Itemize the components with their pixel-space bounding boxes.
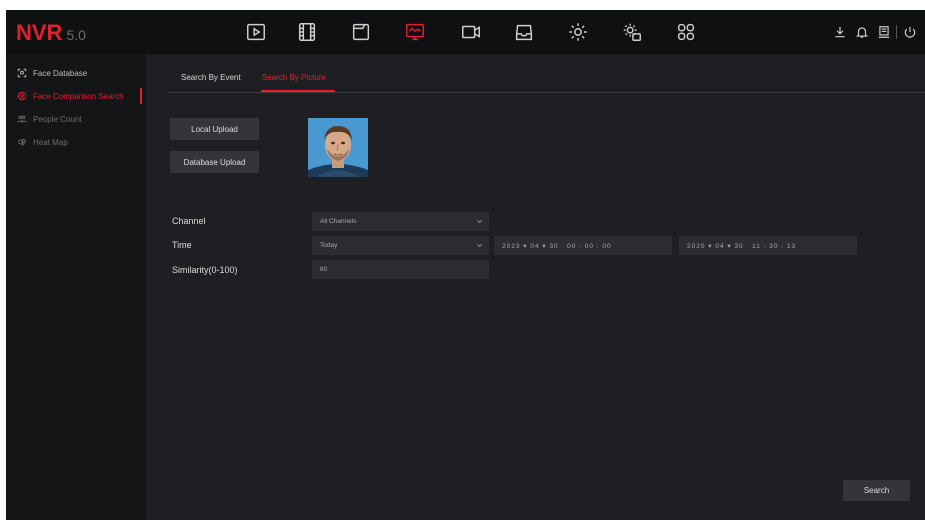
tab-search-by-picture[interactable]: Search By Picture <box>262 73 326 82</box>
channel-select[interactable]: All Channels <box>312 212 489 231</box>
face-preview-image <box>308 118 368 177</box>
sidebar: Face Database Face Comparison Search Peo… <box>6 54 146 520</box>
time-label: Time <box>172 240 192 250</box>
local-upload-button[interactable]: Local Upload <box>170 118 259 140</box>
logo-text: NVR <box>16 20 63 45</box>
sidebar-item-label: Face Comparison Search <box>33 91 124 101</box>
similarity-value: 80 <box>320 266 328 273</box>
top-right-tools <box>831 22 921 42</box>
sidebar-item-heat-map[interactable]: Heat Map <box>6 131 146 153</box>
channel-label: Channel <box>172 216 206 226</box>
time-select[interactable]: Today <box>312 236 489 255</box>
logo: NVR 5.0 <box>16 20 86 46</box>
similarity-label: Similarity(0-100) <box>172 265 238 275</box>
sidebar-item-label: Face Database <box>33 68 88 78</box>
chevron-down-icon <box>477 220 482 224</box>
top-bar: NVR 5.0 <box>6 10 925 54</box>
folder-icon[interactable] <box>349 20 373 44</box>
divider <box>896 25 897 39</box>
film-icon[interactable] <box>295 20 319 44</box>
display-icon[interactable] <box>875 22 893 42</box>
sidebar-item-label: People Count <box>33 114 82 124</box>
start-datetime-value: 2023 ▾ 04 ▾ 30 00 : 00 : 00 <box>502 242 612 250</box>
end-datetime-field[interactable]: 2020 ▾ 04 ▾ 30 11 : 30 : 13 <box>679 236 857 255</box>
channel-value: All Channels <box>320 218 357 225</box>
end-datetime-value: 2020 ▾ 04 ▾ 30 11 : 30 : 13 <box>687 242 797 250</box>
database-upload-button[interactable]: Database Upload <box>170 151 259 173</box>
time-value: Today <box>320 242 338 249</box>
top-caption-strip <box>0 0 925 10</box>
playback-icon[interactable] <box>244 20 268 44</box>
face-search-icon <box>16 90 28 102</box>
tab-search-by-event[interactable]: Search By Event <box>181 73 241 82</box>
face-icon <box>16 67 28 79</box>
bell-icon[interactable] <box>853 22 871 42</box>
tab-bar: Search By Event Search By Picture <box>168 70 925 93</box>
start-datetime-field[interactable]: 2023 ▾ 04 ▾ 30 00 : 00 : 00 <box>494 236 672 255</box>
power-icon[interactable] <box>901 22 919 42</box>
apps-grid-icon[interactable] <box>674 20 698 44</box>
search-button[interactable]: Search <box>843 480 910 501</box>
chevron-down-icon <box>477 244 482 248</box>
logo-version: 5.0 <box>66 27 86 43</box>
active-tab-underline <box>261 90 335 92</box>
system-settings-icon[interactable] <box>620 20 644 44</box>
download-icon[interactable] <box>831 22 849 42</box>
sidebar-item-face-database[interactable]: Face Database <box>6 62 146 84</box>
similarity-input[interactable]: 80 <box>312 260 489 279</box>
people-icon <box>16 113 28 125</box>
sidebar-item-face-comparison-search[interactable]: Face Comparison Search <box>6 85 146 107</box>
sidebar-item-label: Heat Map <box>33 137 68 147</box>
camera-icon[interactable] <box>459 20 483 44</box>
sidebar-item-people-count[interactable]: People Count <box>6 108 146 130</box>
active-indicator <box>140 88 142 104</box>
storage-icon[interactable] <box>512 20 536 44</box>
settings-icon[interactable] <box>566 20 590 44</box>
nvr-app: NVR 5.0 Face Database Face Comparison Se… <box>6 10 925 520</box>
monitor-icon[interactable] <box>403 20 427 44</box>
heatmap-icon <box>16 136 28 148</box>
face-portrait-graphic <box>308 118 368 177</box>
main-content: Search By Event Search By Picture Local … <box>146 54 925 520</box>
